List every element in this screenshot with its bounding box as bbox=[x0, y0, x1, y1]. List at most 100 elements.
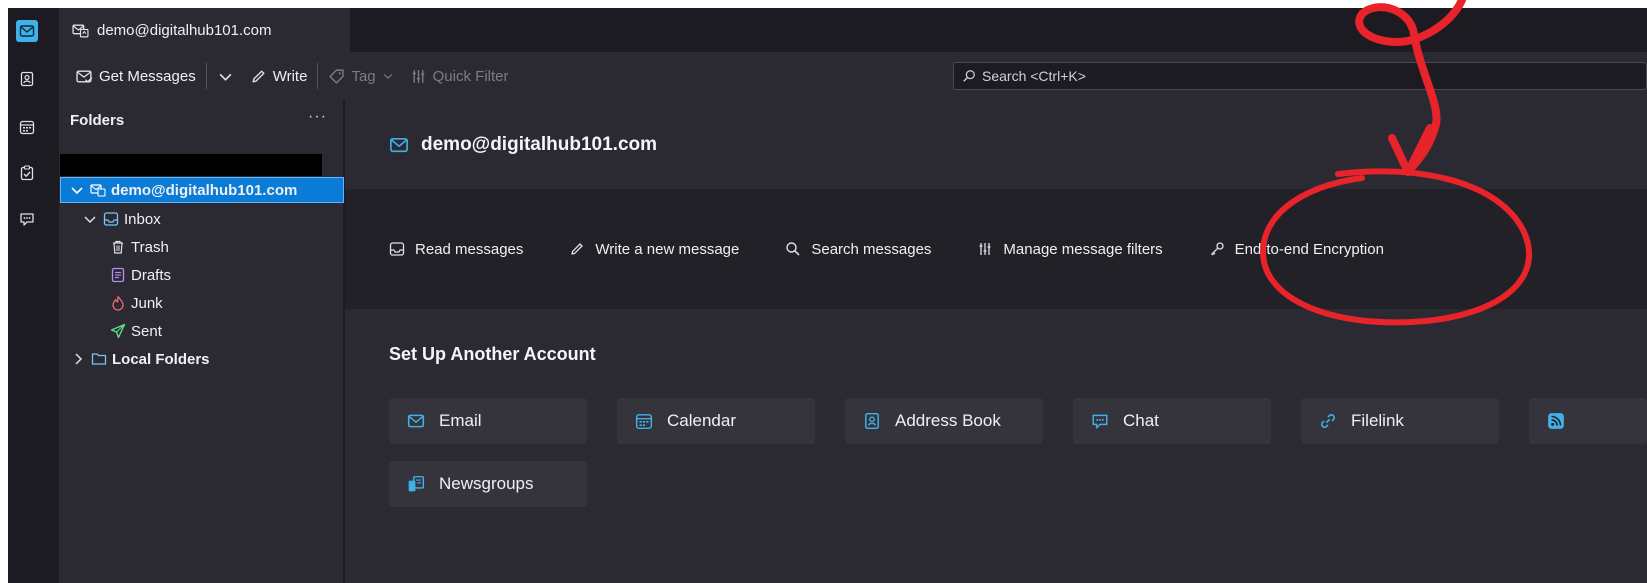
mail-space-icon[interactable] bbox=[16, 20, 38, 42]
setup-filelink-button[interactable]: Filelink bbox=[1301, 398, 1499, 444]
setup-chat-label: Chat bbox=[1123, 411, 1159, 430]
toolbar-separator bbox=[317, 63, 319, 89]
setup-newsgroups-button[interactable]: Newsgroups bbox=[389, 461, 587, 507]
calendar-icon bbox=[635, 414, 653, 430]
folder-sent-label: Sent bbox=[131, 322, 162, 340]
tab-title: demo@digitalhub101.com bbox=[97, 21, 272, 39]
e2e-encryption-label: End-to-end Encryption bbox=[1234, 240, 1384, 258]
folder-local-label: Local Folders bbox=[112, 350, 210, 368]
setup-chat-button[interactable]: Chat bbox=[1073, 398, 1271, 444]
account-mail-icon bbox=[72, 24, 89, 37]
account-central: demo@digitalhub101.com Read messages Wri… bbox=[345, 100, 1647, 583]
get-messages-icon bbox=[76, 69, 93, 83]
account-actions: Read messages Write a new message Search… bbox=[345, 189, 1647, 309]
search-icon bbox=[786, 242, 800, 256]
folder-drafts[interactable]: Drafts bbox=[110, 262, 171, 288]
quick-filter-button[interactable]: Quick Filter bbox=[402, 60, 517, 92]
get-messages-button[interactable]: Get Messages bbox=[68, 60, 204, 92]
write-label: Write bbox=[272, 67, 308, 85]
search-input[interactable]: Search <Ctrl+K> bbox=[953, 62, 1647, 90]
setup-address-book-label: Address Book bbox=[895, 411, 1001, 430]
pencil-icon bbox=[571, 243, 584, 255]
search-icon bbox=[963, 70, 975, 82]
key-icon bbox=[1210, 242, 1224, 256]
inbox-icon bbox=[389, 242, 405, 256]
inbox-icon bbox=[103, 212, 119, 226]
mail-icon bbox=[407, 414, 425, 428]
chat-space-icon[interactable] bbox=[16, 208, 38, 230]
spaces-toolbar bbox=[8, 8, 60, 583]
address-book-icon[interactable] bbox=[16, 68, 38, 90]
tag-icon bbox=[329, 68, 345, 84]
setup-email-button[interactable]: Email bbox=[389, 398, 587, 444]
setup-address-book-button[interactable]: Address Book bbox=[845, 398, 1043, 444]
chevron-down-icon bbox=[84, 216, 96, 224]
mail-icon bbox=[390, 137, 408, 152]
drafts-icon bbox=[111, 267, 125, 283]
search-messages-label: Search messages bbox=[811, 240, 932, 258]
filter-sliders-icon bbox=[979, 243, 991, 255]
junk-flame-icon bbox=[112, 295, 124, 311]
folder-account-row[interactable]: demo@digitalhub101.com bbox=[60, 177, 344, 203]
tasks-space-icon[interactable] bbox=[16, 162, 38, 184]
tag-button[interactable]: Tag bbox=[320, 60, 401, 92]
read-messages-button[interactable]: Read messages bbox=[389, 241, 523, 258]
get-messages-dropdown[interactable] bbox=[209, 60, 242, 92]
folder-account-label: demo@digitalhub101.com bbox=[111, 181, 298, 199]
thunderbird-window: demo@digitalhub101.com Get Messages Writ… bbox=[8, 8, 1647, 583]
account-tab[interactable]: demo@digitalhub101.com bbox=[60, 8, 350, 52]
rss-feed-icon bbox=[1548, 413, 1564, 429]
folder-junk[interactable]: Junk bbox=[110, 290, 163, 316]
folder-sent[interactable]: Sent bbox=[110, 318, 162, 344]
title-bar: demo@digitalhub101.com bbox=[60, 8, 1647, 56]
write-new-message-label: Write a new message bbox=[595, 240, 740, 258]
read-messages-label: Read messages bbox=[415, 240, 524, 258]
setup-calendar-label: Calendar bbox=[667, 411, 736, 430]
chevron-down-icon bbox=[219, 73, 232, 81]
setup-feeds-button[interactable] bbox=[1529, 398, 1647, 444]
account-header: demo@digitalhub101.com bbox=[345, 100, 1647, 189]
pencil-icon bbox=[252, 69, 265, 83]
folder-local-folders[interactable]: Local Folders bbox=[70, 346, 210, 372]
setup-email-label: Email bbox=[439, 411, 482, 430]
chevron-down-icon bbox=[71, 187, 83, 195]
folder-pane-menu-button[interactable]: ··· bbox=[308, 108, 327, 126]
folder-inbox[interactable]: Inbox bbox=[82, 206, 161, 232]
folder-trash-label: Trash bbox=[131, 238, 169, 256]
account-mail-icon bbox=[90, 184, 106, 197]
chevron-right-icon bbox=[75, 353, 83, 365]
write-new-message-button[interactable]: Write a new message bbox=[569, 241, 739, 258]
redacted-bar bbox=[60, 154, 322, 176]
quick-filter-label: Quick Filter bbox=[432, 67, 509, 85]
folder-trash[interactable]: Trash bbox=[110, 234, 169, 260]
trash-icon bbox=[113, 240, 123, 254]
address-book-icon bbox=[865, 412, 879, 430]
e2e-encryption-button[interactable]: End-to-end Encryption bbox=[1209, 241, 1384, 258]
write-button[interactable]: Write bbox=[242, 60, 316, 92]
newsgroups-icon bbox=[408, 475, 425, 492]
folders-header: Folders bbox=[70, 112, 125, 129]
setup-filelink-label: Filelink bbox=[1351, 411, 1404, 430]
mail-toolbar: Get Messages Write Tag Quick Filter Sear… bbox=[60, 52, 1647, 100]
filter-sliders-icon bbox=[412, 69, 424, 83]
folder-icon bbox=[91, 353, 107, 365]
sent-paper-plane-icon bbox=[110, 323, 126, 339]
chat-icon bbox=[1092, 414, 1108, 429]
link-icon bbox=[1321, 414, 1335, 428]
chevron-down-icon bbox=[383, 74, 392, 80]
get-messages-label: Get Messages bbox=[99, 67, 196, 85]
setup-account-heading: Set Up Another Account bbox=[389, 344, 596, 364]
folder-junk-label: Junk bbox=[131, 294, 163, 312]
manage-filters-label: Manage message filters bbox=[1003, 240, 1163, 258]
manage-filters-button[interactable]: Manage message filters bbox=[977, 240, 1163, 258]
setup-calendar-button[interactable]: Calendar bbox=[617, 398, 815, 444]
search-messages-button[interactable]: Search messages bbox=[785, 241, 931, 258]
search-placeholder: Search <Ctrl+K> bbox=[982, 68, 1086, 84]
folder-drafts-label: Drafts bbox=[131, 266, 172, 284]
calendar-space-icon[interactable] bbox=[16, 116, 38, 138]
account-title: demo@digitalhub101.com bbox=[421, 133, 658, 155]
folder-pane: Folders ··· demo@digitalhub101.com Inbox… bbox=[60, 100, 344, 583]
toolbar-separator bbox=[205, 63, 207, 89]
folder-inbox-label: Inbox bbox=[124, 210, 161, 228]
setup-newsgroups-label: Newsgroups bbox=[439, 474, 534, 493]
